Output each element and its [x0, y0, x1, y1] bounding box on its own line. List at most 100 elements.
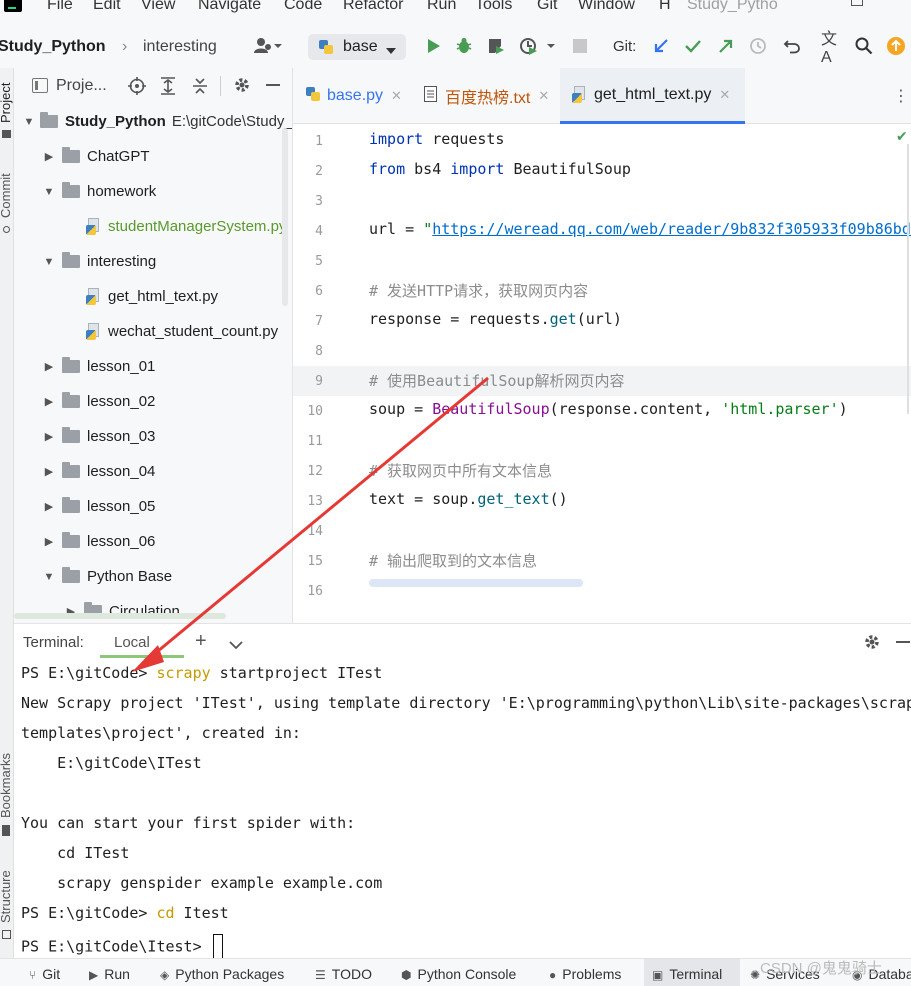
profile-icon[interactable] — [518, 36, 558, 56]
debug-icon[interactable] — [454, 36, 474, 56]
code-line[interactable]: 7 response = requests.get(url) — [293, 306, 911, 336]
menu-run[interactable]: Run — [427, 0, 456, 14]
project-tool-window-tab[interactable]: Project — [0, 83, 13, 123]
tree-folder-lesson-02[interactable]: ▶ lesson_02 — [42, 384, 155, 419]
code-line[interactable]: 2 from bs4 import BeautifulSoup — [293, 156, 911, 186]
code-line[interactable]: 3 — [293, 186, 911, 216]
interpreter-selector[interactable]: base — [308, 34, 406, 60]
code-line[interactable]: 5 — [293, 246, 911, 276]
rollback-icon[interactable] — [782, 36, 802, 56]
tree-folder-lesson-05[interactable]: ▶ lesson_05 — [42, 489, 155, 524]
status-terminal[interactable]: ▣ Terminal — [652, 966, 722, 982]
horizontal-scrollbar[interactable] — [14, 613, 226, 619]
code-line[interactable]: 14 — [293, 516, 911, 546]
tab-baidu-hot-list[interactable]: 百度热榜.txt ✕ — [424, 68, 549, 124]
code-line[interactable]: 13 text = soup.get_text() — [293, 486, 911, 516]
tree-label: get_html_text.py — [108, 288, 219, 305]
line-number: 4 — [315, 224, 323, 239]
structure-tool-window-tab[interactable]: Structure — [0, 870, 13, 923]
tree-folder-chatgpt[interactable]: ▶ ChatGPT — [42, 139, 150, 174]
code-line[interactable]: 12 # 获取网页中所有文本信息 — [293, 456, 911, 486]
code-token: text = soup. — [369, 490, 478, 508]
code-line[interactable]: 11 — [293, 426, 911, 456]
menu-git[interactable]: Git — [537, 0, 557, 14]
editor-horizontal-scrollbar[interactable] — [369, 579, 583, 587]
chevron-down-icon[interactable] — [229, 637, 243, 654]
bookmarks-tool-window-tab[interactable]: Bookmarks — [0, 753, 13, 818]
status-problems[interactable]: ● Problems — [549, 966, 621, 982]
project-panel-title[interactable]: Proje... — [56, 77, 107, 95]
tab-base-py[interactable]: base.py ✕ — [305, 68, 402, 124]
menu-view[interactable]: View — [141, 0, 175, 14]
code-line[interactable]: 15 # 输出爬取到的文本信息 — [293, 546, 911, 576]
menu-code[interactable]: Code — [284, 0, 322, 14]
code-line[interactable]: 6 # 发送HTTP请求，获取网页内容 — [293, 276, 911, 306]
code-line[interactable]: 10 soup = BeautifulSoup(response.content,… — [293, 396, 911, 426]
status-python-packages[interactable]: ◈ Python Packages — [160, 966, 284, 982]
breadcrumb-folder[interactable]: interesting — [143, 38, 217, 56]
breadcrumb-project[interactable]: Study_Python — [0, 38, 106, 56]
terminal-cursor[interactable] — [212, 934, 223, 958]
code-line[interactable]: 4 url = "https://weread.qq.com/web/reader… — [293, 216, 911, 246]
locate-file-icon[interactable] — [128, 77, 146, 99]
user-icon[interactable] — [252, 36, 284, 56]
menu-edit[interactable]: Edit — [93, 0, 121, 14]
tree-file-get-html-text[interactable]: get_html_text.py — [86, 279, 218, 314]
git-push-icon[interactable] — [716, 36, 736, 56]
status-todo[interactable]: ☰ TODO — [315, 966, 372, 982]
editor-vertical-scrollbar[interactable] — [907, 144, 909, 414]
tree-folder-python-base[interactable]: ▼ Python Base — [42, 559, 172, 594]
vertical-scrollbar[interactable] — [282, 128, 288, 306]
tree-folder-homework[interactable]: ▼ homework — [42, 174, 156, 209]
tree-folder-lesson-03[interactable]: ▶ lesson_03 — [42, 419, 155, 454]
code-line[interactable]: 8 — [293, 336, 911, 366]
coverage-icon[interactable] — [486, 36, 506, 56]
tab-local[interactable]: Local — [100, 624, 184, 658]
commit-tool-window-tab[interactable]: Commit — [0, 173, 13, 218]
gear-icon[interactable] — [233, 76, 251, 98]
menu-refactor[interactable]: Refactor — [343, 0, 403, 14]
menu-tools[interactable]: Tools — [475, 0, 512, 14]
search-icon[interactable] — [854, 36, 874, 56]
close-icon[interactable]: ✕ — [538, 88, 549, 104]
line-number: 16 — [307, 584, 323, 599]
minimize-panel-icon[interactable] — [266, 84, 280, 86]
history-icon[interactable] — [748, 36, 768, 56]
status-python-console[interactable]: ⬢ Python Console — [401, 966, 516, 982]
menu-window[interactable]: Window — [578, 0, 635, 14]
gear-icon[interactable] — [863, 633, 881, 655]
translate-icon[interactable]: 文A — [821, 31, 841, 66]
git-commit-icon[interactable] — [683, 36, 703, 56]
tree-file-studentmanagersystem[interactable]: studentManagerSystem.py — [86, 209, 286, 244]
expand-all-icon[interactable] — [160, 77, 176, 99]
maximize-window-icon[interactable] — [851, 0, 863, 6]
code-line[interactable]: 9 # 使用BeautifulSoup解析网页内容 — [293, 366, 911, 396]
tree-file-wechat-student-count[interactable]: wechat_student_count.py — [86, 314, 278, 349]
stop-icon[interactable] — [570, 36, 590, 56]
folder-icon — [62, 497, 80, 513]
tab-get-html-text[interactable]: get_html_text.py ✕ — [560, 68, 745, 124]
menu-help[interactable]: H — [659, 0, 671, 14]
menu-navigate[interactable]: Navigate — [198, 0, 261, 14]
close-icon[interactable]: ✕ — [391, 88, 402, 104]
update-icon[interactable] — [886, 36, 906, 56]
collapse-all-icon[interactable] — [192, 77, 208, 99]
run-icon[interactable] — [423, 36, 443, 56]
add-tab-icon[interactable]: + — [195, 630, 207, 653]
status-git[interactable]: ⑂ Git — [29, 966, 60, 982]
close-icon[interactable]: ✕ — [719, 87, 730, 103]
git-update-icon[interactable] — [651, 36, 671, 56]
more-options-icon[interactable]: ⋮ — [893, 86, 909, 106]
tree-folder-lesson-06[interactable]: ▶ lesson_06 — [42, 524, 155, 559]
project-panel-header: Proje... — [14, 68, 292, 104]
status-run[interactable]: ▶ Run — [89, 966, 130, 982]
code-line[interactable]: 1 import requests — [293, 126, 911, 156]
tree-folder-lesson-04[interactable]: ▶ lesson_04 — [42, 454, 155, 489]
tree-root[interactable]: ▼ Study_Python E:\gitCode\Study_P — [22, 104, 292, 139]
menu-file[interactable]: File — [47, 0, 73, 14]
terminal-line: E:\gitCode\ITest — [21, 754, 202, 772]
tree-folder-lesson-01[interactable]: ▶ lesson_01 — [42, 349, 155, 384]
minimize-panel-icon[interactable] — [896, 641, 910, 643]
terminal-token: You can start your first spider with: — [21, 814, 356, 832]
tree-folder-interesting[interactable]: ▼ interesting — [42, 244, 156, 279]
